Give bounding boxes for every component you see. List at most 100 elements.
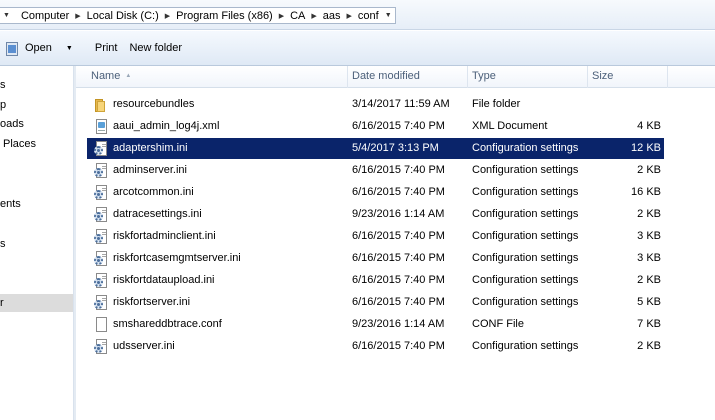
file-size: 12 KB	[631, 142, 661, 154]
file-name: smshareddbtrace.conf	[113, 318, 222, 330]
file-row[interactable]: smshareddbtrace.conf 9/23/2016 1:14 AM CON…	[87, 314, 664, 335]
config-file-icon	[93, 250, 109, 267]
file-type: Configuration settings	[472, 296, 579, 308]
file-row[interactable]: datracesettings.ini 9/23/2016 1:14 AM Conf…	[87, 204, 664, 225]
nav-item[interactable]: Places	[0, 135, 73, 153]
breadcrumb-program-files[interactable]: Program Files (x86) ▶	[173, 10, 287, 22]
nav-item-selected[interactable]: r	[0, 294, 73, 312]
file-row[interactable]: adaptershim.ini 5/4/2017 3:13 PM Configura…	[87, 138, 664, 159]
file-type: Configuration settings	[472, 230, 579, 242]
config-file-icon	[93, 228, 109, 245]
file-date-modified: 5/4/2017 3:13 PM	[352, 142, 439, 154]
column-header-size[interactable]: Size	[588, 66, 668, 88]
chevron-down-icon[interactable]: ▼	[0, 12, 18, 19]
file-type: Configuration settings	[472, 252, 579, 264]
file-row[interactable]: adminserver.ini 6/16/2015 7:40 PM Configur…	[87, 160, 664, 181]
file-row[interactable]: riskfortserver.ini 6/16/2015 7:40 PM Confi…	[87, 292, 664, 313]
file-size: 7 KB	[637, 318, 661, 330]
file-date-modified: 6/16/2015 7:40 PM	[352, 230, 445, 242]
file-size: 2 KB	[637, 340, 661, 352]
print-button[interactable]: Print	[89, 37, 124, 59]
nav-item[interactable]: oads	[0, 115, 73, 133]
column-header-date[interactable]: Date modified	[348, 66, 468, 88]
chevron-right-icon[interactable]: ▶	[165, 12, 170, 20]
breadcrumb-local-disk[interactable]: Local Disk (C:) ▶	[84, 10, 174, 22]
file-date-modified: 3/14/2017 11:59 AM	[352, 98, 450, 110]
column-header-name[interactable]: Name ▲	[76, 66, 348, 88]
file-name: adminserver.ini	[113, 164, 187, 176]
breadcrumb-aas[interactable]: aas ▶	[320, 10, 355, 22]
config-file-icon	[93, 272, 109, 289]
nav-item[interactable]: s	[0, 235, 73, 253]
file-name: riskfortadminclient.ini	[113, 230, 216, 242]
file-date-modified: 6/16/2015 7:40 PM	[352, 296, 445, 308]
file-row[interactable]: aaui_admin_log4j.xml 6/16/2015 7:40 PM XML…	[87, 116, 664, 137]
open-file-icon	[6, 41, 19, 56]
breadcrumb-conf[interactable]: conf ▼	[355, 10, 395, 22]
file-size: 3 KB	[637, 252, 661, 264]
file-type: CONF File	[472, 318, 524, 330]
navigation-pane: s p oads Places ents s r	[0, 66, 74, 420]
file-date-modified: 6/16/2015 7:40 PM	[352, 340, 445, 352]
chevron-right-icon[interactable]: ▶	[311, 12, 316, 20]
file-row[interactable]: riskfortadminclient.ini 6/16/2015 7:40 PM…	[87, 226, 664, 247]
file-name: datracesettings.ini	[113, 208, 202, 220]
file-size: 5 KB	[637, 296, 661, 308]
breadcrumb-computer[interactable]: Computer ▶	[18, 10, 84, 22]
folder-icon	[93, 96, 109, 113]
chevron-right-icon[interactable]: ▶	[347, 12, 352, 20]
chevron-down-icon[interactable]: ▼	[66, 45, 73, 52]
file-icon	[93, 316, 109, 333]
config-file-icon	[93, 184, 109, 201]
config-file-icon	[93, 294, 109, 311]
file-name: arcotcommon.ini	[113, 186, 194, 198]
open-button[interactable]: Open ▼	[0, 37, 89, 59]
column-header-type[interactable]: Type	[468, 66, 588, 88]
breadcrumb-ca[interactable]: CA ▶	[287, 10, 320, 22]
nav-item[interactable]: s	[0, 76, 73, 94]
nav-item[interactable]: p	[0, 96, 73, 114]
config-file-icon	[93, 206, 109, 223]
file-name: aaui_admin_log4j.xml	[113, 120, 220, 132]
config-file-icon	[93, 338, 109, 355]
config-file-icon	[93, 162, 109, 179]
xml-file-icon	[93, 118, 109, 135]
file-size: 2 KB	[637, 208, 661, 220]
file-type: Configuration settings	[472, 274, 579, 286]
column-header-row: Name ▲ Date modified Type Size	[76, 66, 715, 88]
file-date-modified: 6/16/2015 7:40 PM	[352, 186, 445, 198]
file-size: 2 KB	[637, 164, 661, 176]
file-row[interactable]: resourcebundles 3/14/2017 11:59 AM File fo…	[87, 94, 664, 115]
file-size: 16 KB	[631, 186, 661, 198]
file-list: Name ▲ Date modified Type Size resourcebu…	[76, 66, 715, 420]
file-size	[592, 94, 661, 115]
file-type: XML Document	[472, 120, 548, 132]
file-name: udsserver.ini	[113, 340, 175, 352]
file-date-modified: 9/23/2016 1:14 AM	[352, 318, 445, 330]
file-name: riskfortcasemgmtserver.ini	[113, 252, 241, 264]
chevron-down-icon[interactable]: ▼	[385, 12, 392, 19]
file-type: Configuration settings	[472, 142, 579, 154]
file-type: File folder	[472, 98, 521, 110]
file-size: 3 KB	[637, 230, 661, 242]
file-row[interactable]: arcotcommon.ini 6/16/2015 7:40 PM Configur…	[87, 182, 664, 203]
file-size: 4 KB	[637, 120, 661, 132]
chevron-right-icon[interactable]: ▶	[279, 12, 284, 20]
file-type: Configuration settings	[472, 208, 579, 220]
config-file-icon	[93, 140, 109, 157]
file-type: Configuration settings	[472, 164, 579, 176]
file-date-modified: 6/16/2015 7:40 PM	[352, 252, 445, 264]
file-name: resourcebundles	[113, 98, 195, 110]
chevron-right-icon[interactable]: ▶	[75, 12, 80, 20]
nav-item[interactable]: ents	[0, 195, 73, 213]
breadcrumb[interactable]: ▼ Computer ▶ Local Disk (C:) ▶ Program Fil…	[0, 7, 396, 24]
file-row[interactable]: riskfortdataupload.ini 6/16/2015 7:40 PM C…	[87, 270, 664, 291]
file-row[interactable]: riskfortcasemgmtserver.ini 6/16/2015 7:40…	[87, 248, 664, 269]
file-date-modified: 9/23/2016 1:14 AM	[352, 208, 445, 220]
file-date-modified: 6/16/2015 7:40 PM	[352, 164, 445, 176]
file-row[interactable]: udsserver.ini 6/16/2015 7:40 PM Configurat…	[87, 336, 664, 357]
sort-ascending-icon: ▲	[125, 73, 132, 79]
command-bar: Open ▼ Print New folder	[0, 31, 715, 66]
new-folder-button[interactable]: New folder	[123, 37, 188, 59]
file-name: riskfortserver.ini	[113, 296, 191, 308]
